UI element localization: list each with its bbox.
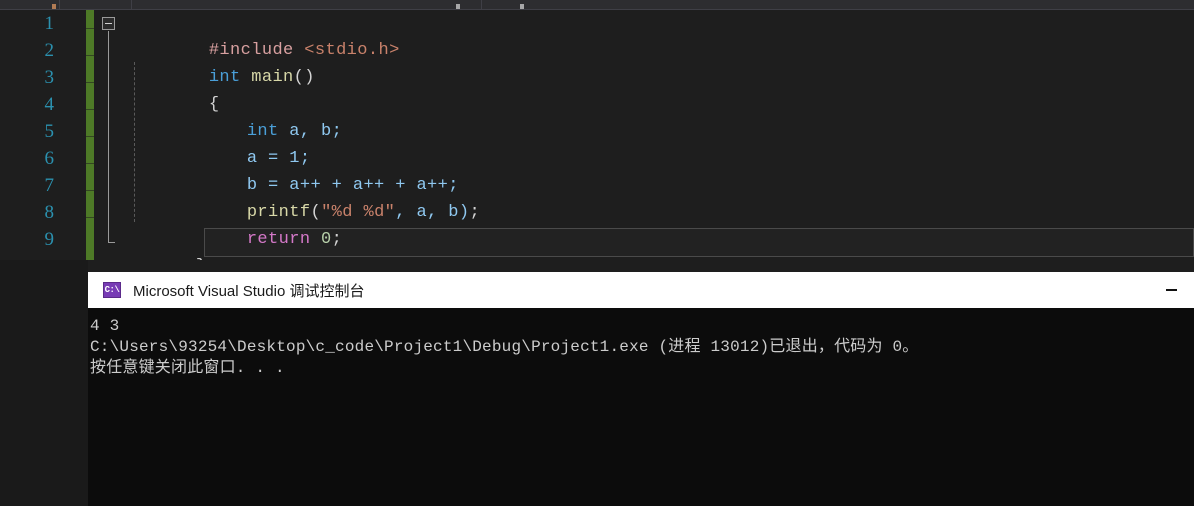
toolbar-glyph <box>456 4 460 9</box>
toolbar-segment <box>0 0 60 9</box>
visual-studio-toolbar-strip <box>0 0 1194 10</box>
console-icon-label: C:\ <box>104 284 120 295</box>
code-line-5: a = 1; <box>162 118 310 168</box>
collapse-region-icon[interactable] <box>102 17 115 30</box>
line-number-gutter: 1 2 3 4 5 6 7 8 9 <box>0 10 62 260</box>
minimize-button[interactable] <box>1148 272 1194 308</box>
console-window-title: Microsoft Visual Studio 调试控制台 <box>133 282 365 300</box>
brace-close: } <box>196 257 207 260</box>
line-number: 5 <box>44 121 55 142</box>
code-line-6: b = a++ + a++ + a++; <box>162 145 459 195</box>
code-line-3: { <box>124 64 219 114</box>
console-output-area[interactable]: 4 3 C:\Users\93254\Desktop\c_code\Projec… <box>88 308 1194 506</box>
glyph-margin[interactable] <box>62 10 86 260</box>
statement-semicolon: ; <box>331 230 343 249</box>
include-header: <stdio.h> <box>304 41 400 60</box>
code-editor[interactable]: 1 2 3 4 5 6 7 8 9 #include <stdio.h> int… <box>0 10 1194 260</box>
line-number: 8 <box>44 202 55 223</box>
line-number: 2 <box>44 40 55 61</box>
line-number: 6 <box>44 148 55 169</box>
statement-semicolon: ; <box>469 203 481 222</box>
debug-console-window[interactable]: C:\ Microsoft Visual Studio 调试控制台 4 3 C:… <box>88 272 1194 506</box>
unsaved-changes-bar <box>86 10 94 260</box>
toolbar-segment <box>132 0 482 9</box>
console-output-line: 4 3 <box>90 317 120 335</box>
toolbar-segment <box>482 0 1194 9</box>
function-name-main: main <box>251 68 294 87</box>
app-root: 1 2 3 4 5 6 7 8 9 #include <stdio.h> int… <box>0 0 1194 506</box>
paren-pair: () <box>293 68 315 87</box>
line-number: 3 <box>44 67 55 88</box>
console-output-line: C:\Users\93254\Desktop\c_code\Project1\D… <box>90 338 919 356</box>
console-output-line: 按任意键关闭此窗口. . . <box>90 359 285 377</box>
line-number: 7 <box>44 175 55 196</box>
current-line-highlight <box>204 228 1194 257</box>
code-line-8: return 0; <box>162 199 342 249</box>
left-rail-background <box>0 260 88 506</box>
code-line-4: int a, b; <box>162 91 342 141</box>
toolbar-glyph <box>52 4 56 9</box>
code-line-1: #include <stdio.h> <box>124 10 400 60</box>
code-line-9: } <box>111 226 206 260</box>
code-line-2: int main() <box>124 37 315 87</box>
keyword-return: return <box>246 230 311 249</box>
printf-arguments: , a, b) <box>395 203 470 222</box>
line-number: 9 <box>44 229 55 250</box>
console-app-icon: C:\ <box>103 282 121 298</box>
toolbar-glyph <box>520 4 524 9</box>
outlining-bracket <box>108 31 109 243</box>
minimize-icon <box>1165 289 1177 291</box>
code-text-area[interactable]: #include <stdio.h> int main() { int a, b… <box>98 10 1194 260</box>
return-value: 0 <box>310 230 332 249</box>
code-line-7: printf("%d %d", a, b); <box>162 172 480 222</box>
console-title-bar[interactable]: C:\ Microsoft Visual Studio 调试控制台 <box>88 272 1194 308</box>
window-controls <box>1148 272 1194 308</box>
line-number: 1 <box>44 13 55 34</box>
toolbar-segment <box>60 0 132 9</box>
line-number: 4 <box>44 94 55 115</box>
